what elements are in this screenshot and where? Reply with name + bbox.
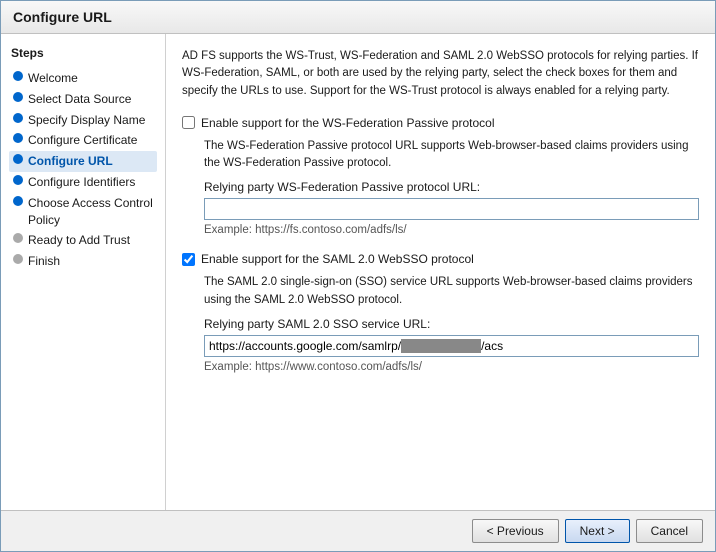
- sidebar-dot-configure-certificate: [13, 133, 23, 143]
- cancel-button[interactable]: Cancel: [636, 519, 703, 543]
- sidebar-item-specify-display-name[interactable]: Specify Display Name: [9, 110, 157, 131]
- sidebar-item-configure-identifiers[interactable]: Configure Identifiers: [9, 172, 157, 193]
- sidebar-item-choose-access-control[interactable]: Choose Access Control Policy: [9, 193, 157, 231]
- main-content: AD FS supports the WS-Trust, WS-Federati…: [166, 34, 715, 510]
- sidebar-label-ready-to-add-trust: Ready to Add Trust: [28, 232, 130, 249]
- saml-url-redacted: [401, 339, 481, 353]
- sidebar-label-configure-url: Configure URL: [28, 153, 113, 170]
- configure-url-dialog: Configure URL Steps Welcome Select Data …: [0, 0, 716, 552]
- sidebar-label-choose-access-control: Choose Access Control Policy: [28, 195, 153, 229]
- sidebar-dot-configure-url: [13, 154, 23, 164]
- saml-example: Example: https://www.contoso.com/adfs/ls…: [204, 361, 699, 373]
- ws-federation-description: The WS-Federation Passive protocol URL s…: [204, 138, 699, 173]
- saml-url-suffix: /acs: [481, 339, 503, 353]
- saml-url-display: https://accounts.google.com/samlrp/ /acs: [204, 335, 699, 357]
- sidebar-dot-specify-display-name: [13, 113, 23, 123]
- sidebar-item-configure-url[interactable]: Configure URL: [9, 151, 157, 172]
- sidebar-label-configure-certificate: Configure Certificate: [28, 132, 137, 149]
- saml-checkbox-label[interactable]: Enable support for the SAML 2.0 WebSSO p…: [201, 252, 474, 266]
- sidebar-label-welcome: Welcome: [28, 70, 78, 87]
- sidebar-dot-welcome: [13, 71, 23, 81]
- sidebar-label-select-data-source: Select Data Source: [28, 91, 131, 108]
- sidebar-dot-ready-to-add-trust: [13, 233, 23, 243]
- sidebar-dot-select-data-source: [13, 92, 23, 102]
- sidebar: Steps Welcome Select Data Source Specify…: [1, 34, 166, 510]
- ws-federation-url-input[interactable]: [204, 198, 699, 220]
- ws-federation-checkbox-label[interactable]: Enable support for the WS-Federation Pas…: [201, 116, 494, 130]
- sidebar-dot-finish: [13, 254, 23, 264]
- next-button[interactable]: Next >: [565, 519, 630, 543]
- sidebar-item-finish[interactable]: Finish: [9, 251, 157, 272]
- saml-section: Enable support for the SAML 2.0 WebSSO p…: [182, 252, 699, 373]
- main-description: AD FS supports the WS-Trust, WS-Federati…: [182, 48, 699, 100]
- sidebar-item-configure-certificate[interactable]: Configure Certificate: [9, 130, 157, 151]
- sidebar-label-specify-display-name: Specify Display Name: [28, 112, 145, 129]
- saml-field-label: Relying party SAML 2.0 SSO service URL:: [204, 317, 699, 331]
- dialog-body: Steps Welcome Select Data Source Specify…: [1, 34, 715, 510]
- sidebar-item-welcome[interactable]: Welcome: [9, 68, 157, 89]
- dialog-footer: < Previous Next > Cancel: [1, 510, 715, 551]
- saml-url-prefix: https://accounts.google.com/samlrp/: [209, 339, 401, 353]
- ws-federation-checkbox-row: Enable support for the WS-Federation Pas…: [182, 116, 699, 130]
- sidebar-label-finish: Finish: [28, 253, 60, 270]
- sidebar-item-ready-to-add-trust[interactable]: Ready to Add Trust: [9, 230, 157, 251]
- sidebar-item-select-data-source[interactable]: Select Data Source: [9, 89, 157, 110]
- sidebar-label-configure-identifiers: Configure Identifiers: [28, 174, 135, 191]
- ws-federation-checkbox[interactable]: [182, 116, 195, 129]
- previous-button[interactable]: < Previous: [472, 519, 559, 543]
- ws-federation-field-label: Relying party WS-Federation Passive prot…: [204, 180, 699, 194]
- saml-description: The SAML 2.0 single-sign-on (SSO) servic…: [204, 274, 699, 309]
- saml-checkbox-row: Enable support for the SAML 2.0 WebSSO p…: [182, 252, 699, 266]
- dialog-title: Configure URL: [1, 1, 715, 34]
- sidebar-dot-configure-identifiers: [13, 175, 23, 185]
- saml-checkbox[interactable]: [182, 253, 195, 266]
- sidebar-title: Steps: [9, 46, 157, 60]
- sidebar-dot-choose-access-control: [13, 196, 23, 206]
- ws-federation-section: Enable support for the WS-Federation Pas…: [182, 116, 699, 237]
- ws-federation-example: Example: https://fs.contoso.com/adfs/ls/: [204, 224, 699, 236]
